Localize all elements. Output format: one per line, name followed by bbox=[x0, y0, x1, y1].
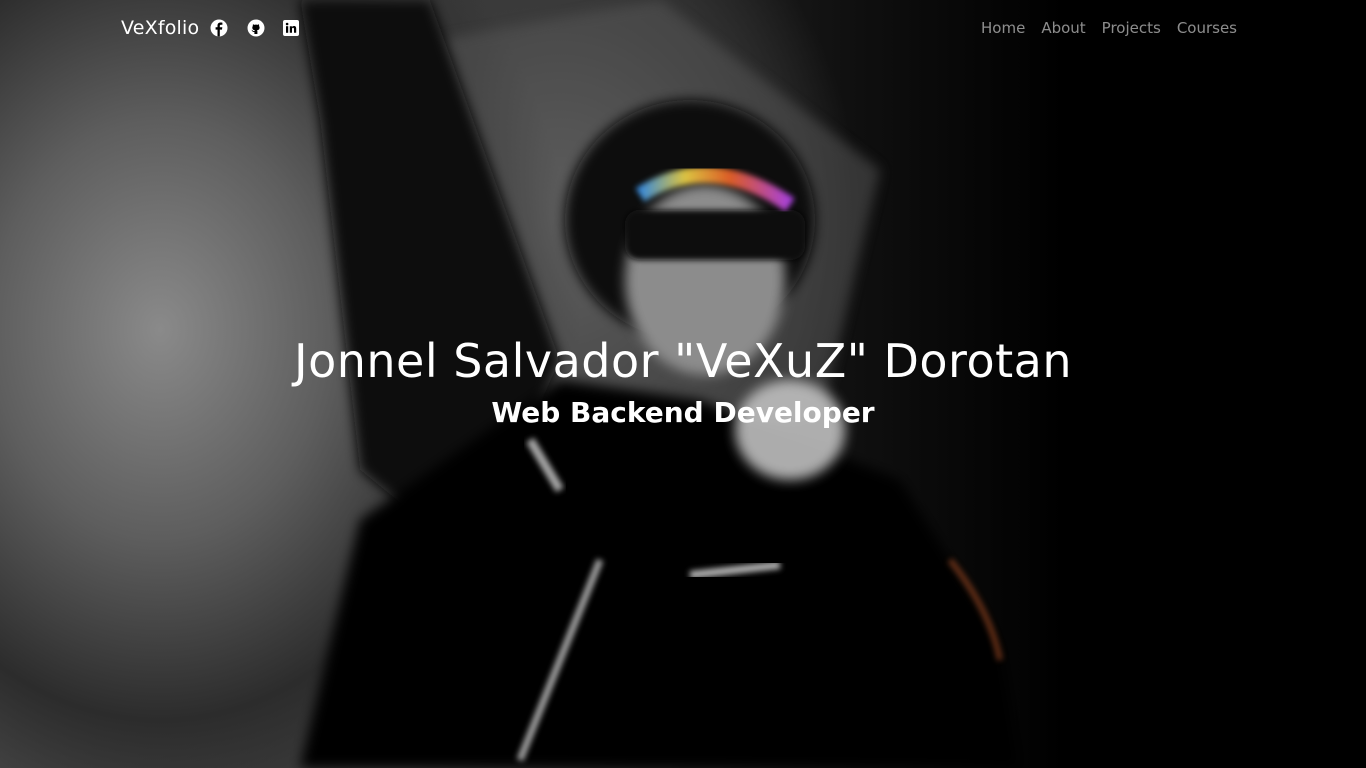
hero-headline: Jonnel Salvador "VeXuZ" Dorotan Web Back… bbox=[0, 328, 1366, 432]
hero-section: VeXfolio Home About Projects Courses Jon… bbox=[0, 0, 1366, 768]
nav-link-projects[interactable]: Projects bbox=[1102, 17, 1161, 39]
hero-role: Web Backend Developer bbox=[491, 396, 875, 429]
navbar: VeXfolio Home About Projects Courses bbox=[0, 0, 1366, 56]
hero-name: Jonnel Salvador "VeXuZ" Dorotan bbox=[294, 334, 1072, 388]
linkedin-link[interactable] bbox=[282, 19, 300, 37]
brand-logo-link[interactable]: VeXfolio bbox=[121, 15, 199, 41]
linkedin-icon bbox=[283, 20, 299, 36]
github-link[interactable] bbox=[247, 19, 265, 37]
facebook-icon bbox=[210, 19, 228, 37]
nav-link-courses[interactable]: Courses bbox=[1177, 17, 1237, 39]
facebook-link[interactable] bbox=[210, 19, 228, 37]
nav-link-about[interactable]: About bbox=[1041, 17, 1085, 39]
nav-links: Home About Projects Courses bbox=[981, 17, 1237, 39]
nav-link-home[interactable]: Home bbox=[981, 17, 1025, 39]
github-icon bbox=[247, 19, 265, 37]
